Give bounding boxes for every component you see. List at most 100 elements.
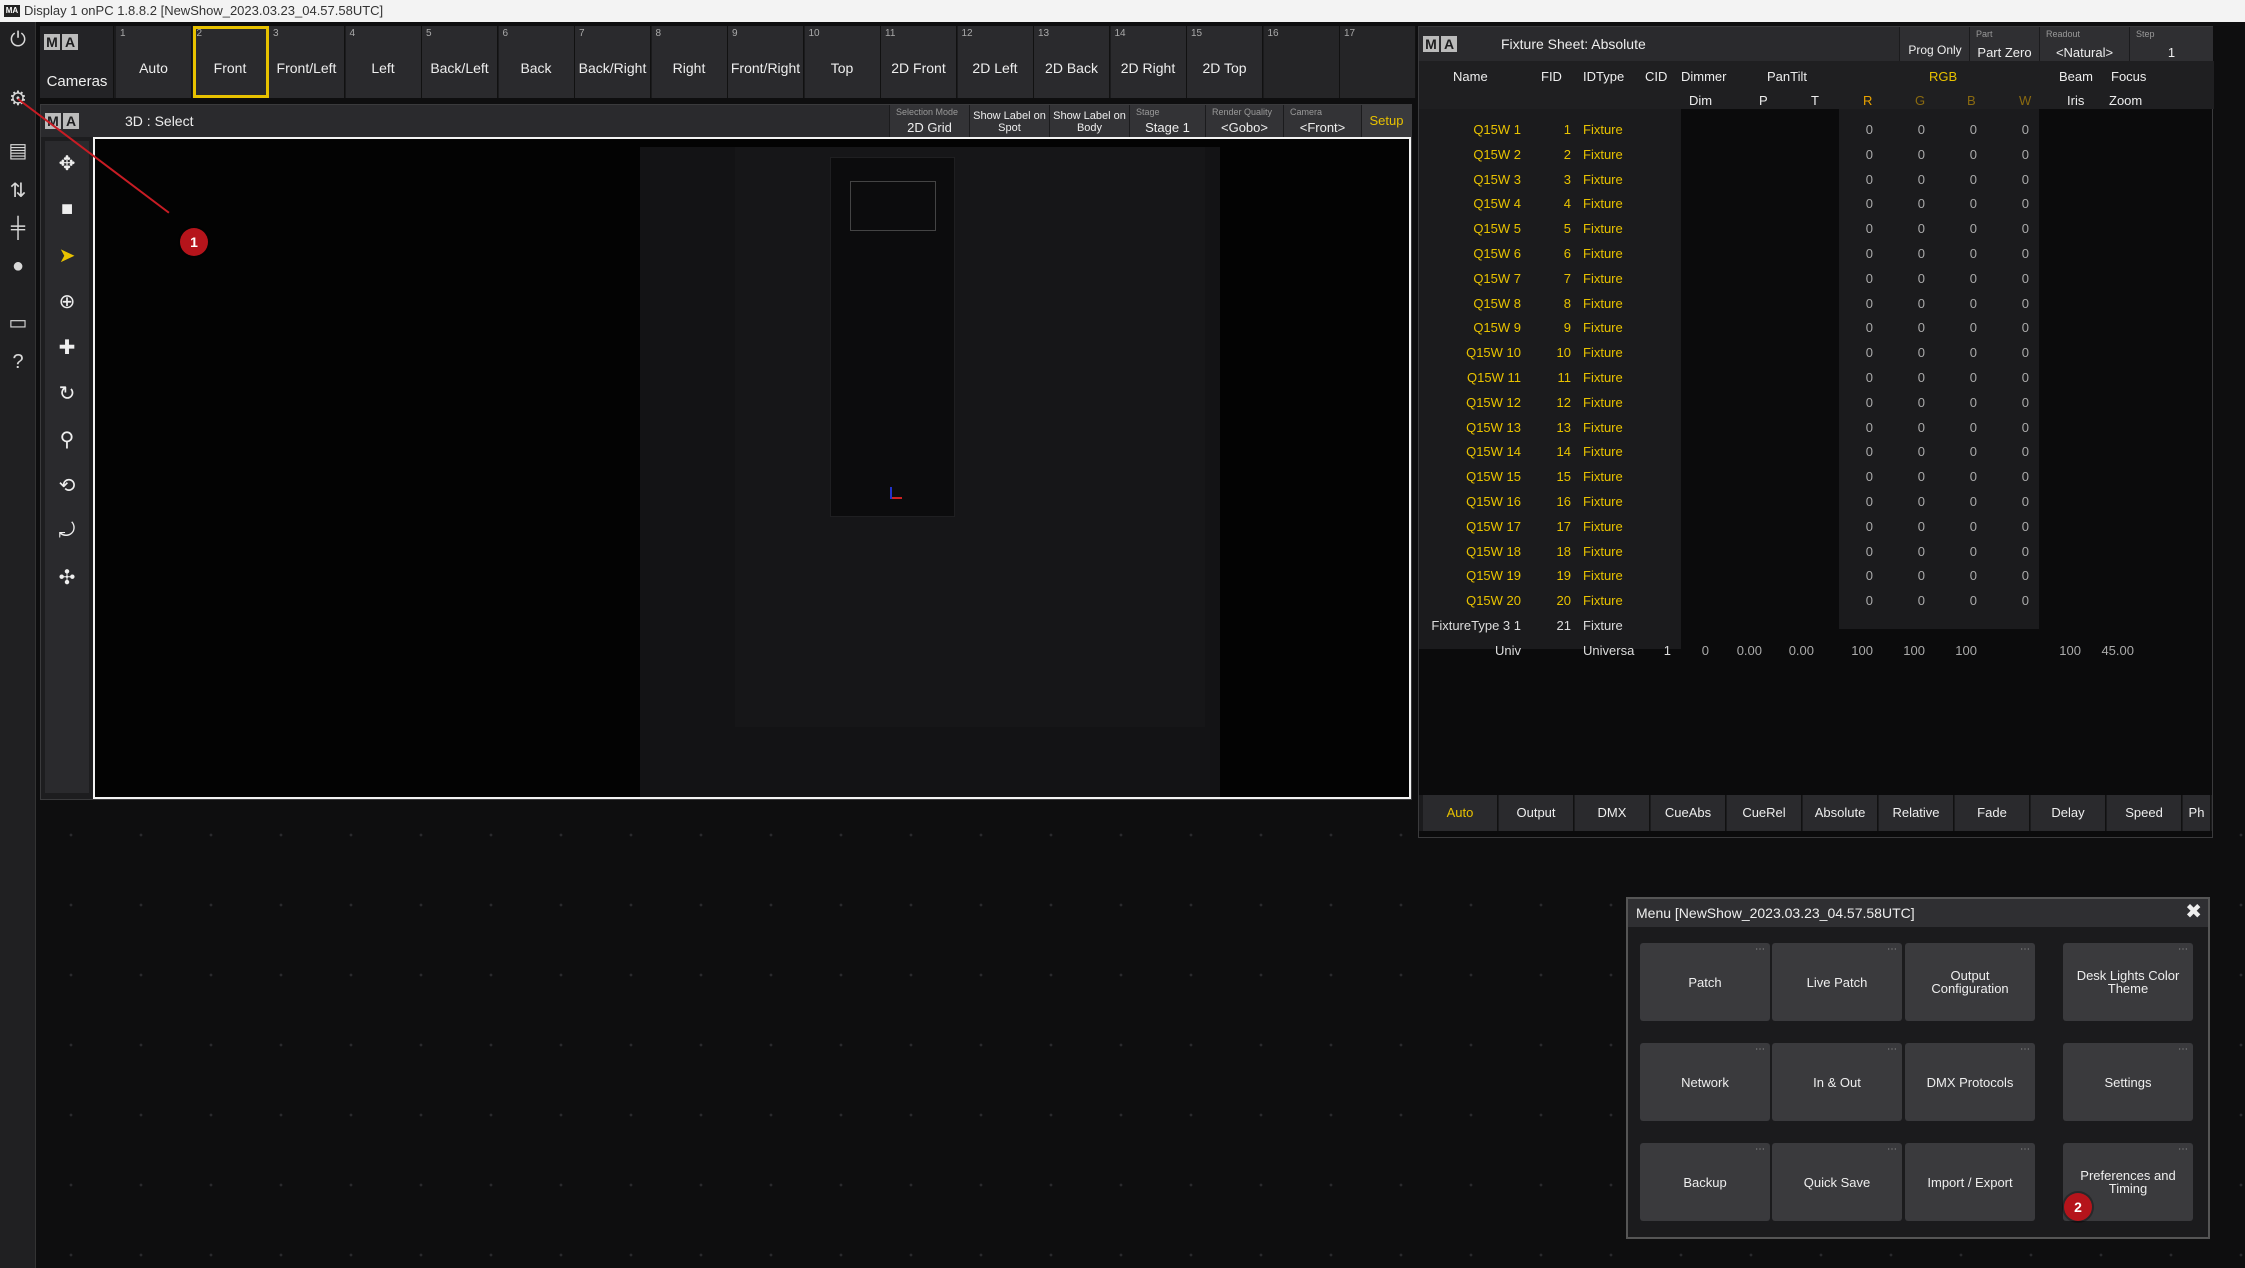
tab-cuerel[interactable]: CueRel	[1727, 795, 1802, 831]
camera-button-2[interactable]: 2 Front	[192, 26, 269, 98]
layers-icon[interactable]: ▤	[0, 132, 36, 168]
camera-button-14[interactable]: 14 2D Right	[1110, 26, 1187, 98]
show-label-body-button[interactable]: Show Label on Body	[1049, 105, 1129, 137]
rotate-icon[interactable]: ↻	[45, 371, 89, 415]
menu-button-desk-lights-color-theme[interactable]: ⋯ Desk Lights Color Theme	[2063, 943, 2193, 1021]
header-dimmer[interactable]: Dimmer	[1681, 69, 1727, 84]
move-icon[interactable]: ✚	[45, 325, 89, 369]
sliders-icon[interactable]: ⇅	[0, 172, 36, 208]
tab-ph[interactable]: Ph	[2183, 795, 2211, 831]
tab-auto[interactable]: Auto	[1423, 795, 1498, 831]
table-row[interactable]: Q15W 6 6 Fixture 0 0 0 0	[1419, 241, 2214, 266]
table-row[interactable]: Q15W 5 5 Fixture 0 0 0 0	[1419, 216, 2214, 241]
table-row[interactable]: Q15W 8 8 Fixture 0 0 0 0	[1419, 291, 2214, 316]
monitor-icon[interactable]: ▭	[0, 304, 36, 340]
header-t[interactable]: T	[1811, 93, 1819, 108]
menu-button-network[interactable]: ⋯ Network	[1640, 1043, 1770, 1121]
camera-icon[interactable]: ■	[45, 187, 89, 231]
header-name[interactable]: Name	[1453, 69, 1488, 84]
menu-button-in-out[interactable]: ⋯ In & Out	[1772, 1043, 1902, 1121]
camera-button-13[interactable]: 13 2D Back	[1034, 26, 1110, 98]
camera-button-8[interactable]: 8 Right	[651, 26, 728, 98]
header-iris[interactable]: Iris	[2067, 93, 2084, 108]
close-icon[interactable]: ✖	[2185, 902, 2202, 922]
select-arrow-icon[interactable]: ➤	[45, 233, 89, 277]
faders-icon[interactable]: ╪	[0, 210, 36, 246]
camera-button-4[interactable]: 4 Left	[345, 26, 422, 98]
pan-icon[interactable]: ✣	[45, 555, 89, 599]
table-row[interactable]: Q15W 13 13 Fixture 0 0 0 0	[1419, 415, 2214, 440]
header-b[interactable]: B	[1967, 93, 1976, 108]
header-g[interactable]: G	[1915, 93, 1925, 108]
menu-button-patch[interactable]: ⋯ Patch	[1640, 943, 1770, 1021]
camera-button-17[interactable]: 17	[1340, 26, 1416, 98]
table-row[interactable]: Q15W 18 18 Fixture 0 0 0 0	[1419, 539, 2214, 564]
orbit-point-icon[interactable]: ⤾	[45, 509, 89, 553]
tab-speed[interactable]: Speed	[2107, 795, 2182, 831]
tab-absolute[interactable]: Absolute	[1803, 795, 1878, 831]
header-dim[interactable]: Dim	[1689, 93, 1712, 108]
prog-only-button[interactable]: Prog Only	[1899, 27, 1969, 61]
table-row[interactable]: Q15W 7 7 Fixture 0 0 0 0	[1419, 266, 2214, 291]
menu-button-output-configuration[interactable]: ⋯ Output Configuration	[1905, 943, 2035, 1021]
stage-button[interactable]: Stage Stage 1	[1129, 105, 1205, 137]
table-row[interactable]: Q15W 17 17 Fixture 0 0 0 0	[1419, 514, 2214, 539]
camera-button-9[interactable]: 9 Front/Right	[728, 26, 804, 98]
help-icon[interactable]: ?	[0, 344, 36, 380]
camera-button-1[interactable]: 1 Auto	[116, 26, 192, 98]
camera-button-12[interactable]: 12 2D Left	[957, 26, 1034, 98]
table-row[interactable]: Q15W 3 3 Fixture 0 0 0 0	[1419, 167, 2214, 192]
table-row[interactable]: Q15W 9 9 Fixture 0 0 0 0	[1419, 315, 2214, 340]
table-row[interactable]: Q15W 15 15 Fixture 0 0 0 0	[1419, 464, 2214, 489]
table-row[interactable]: Q15W 12 12 Fixture 0 0 0 0	[1419, 390, 2214, 415]
header-p[interactable]: P	[1759, 93, 1768, 108]
setup-button[interactable]: Setup	[1361, 105, 1411, 137]
camera-select-button[interactable]: Camera <Front>	[1283, 105, 1361, 137]
table-row[interactable]: Q15W 20 20 Fixture 0 0 0 0	[1419, 588, 2214, 613]
menu-button-import-export[interactable]: ⋯ Import / Export	[1905, 1143, 2035, 1221]
menu-button-settings[interactable]: ⋯ Settings	[2063, 1043, 2193, 1121]
tab-cueabs[interactable]: CueAbs	[1651, 795, 1726, 831]
tab-fade[interactable]: Fade	[1955, 795, 2030, 831]
table-row[interactable]: Univ Universa 1 0 0.00 0.00 100 100 100 100 45.00	[1419, 638, 2214, 663]
table-row[interactable]: Q15W 11 11 Fixture 0 0 0 0	[1419, 365, 2214, 390]
menu-button-backup[interactable]: ⋯ Backup	[1640, 1143, 1770, 1221]
camera-button-15[interactable]: 15 2D Top	[1187, 26, 1263, 98]
table-row[interactable]: Q15W 16 16 Fixture 0 0 0 0	[1419, 489, 2214, 514]
table-row[interactable]: Q15W 10 10 Fixture 0 0 0 0	[1419, 340, 2214, 365]
table-row[interactable]: Q15W 2 2 Fixture 0 0 0 0	[1419, 142, 2214, 167]
tab-output[interactable]: Output	[1499, 795, 1574, 831]
header-cid[interactable]: CID	[1645, 69, 1667, 84]
3d-viewport[interactable]	[93, 137, 1411, 799]
menu-button-quick-save[interactable]: ⋯ Quick Save	[1772, 1143, 1902, 1221]
header-focus[interactable]: Focus	[2111, 69, 2146, 84]
tab-delay[interactable]: Delay	[2031, 795, 2106, 831]
camera-button-16[interactable]: 16	[1263, 26, 1340, 98]
table-row[interactable]: Q15W 14 14 Fixture 0 0 0 0	[1419, 439, 2214, 464]
tab-dmx[interactable]: DMX	[1575, 795, 1650, 831]
camera-button-6[interactable]: 6 Back	[498, 26, 575, 98]
camera-button-11[interactable]: 11 2D Front	[881, 26, 957, 98]
header-zoom[interactable]: Zoom	[2109, 93, 2142, 108]
users-icon[interactable]: ●	[0, 248, 36, 284]
header-idtype[interactable]: IDType	[1583, 69, 1624, 84]
header-w[interactable]: W	[2019, 93, 2031, 108]
camera-button-3[interactable]: 3 Front/Left	[269, 26, 345, 98]
zoom-icon[interactable]: ⚲	[45, 417, 89, 461]
table-row[interactable]: Q15W 4 4 Fixture 0 0 0 0	[1419, 191, 2214, 216]
table-row[interactable]: FixtureType 3 1 21 Fixture	[1419, 613, 2214, 638]
table-row[interactable]: Q15W 1 1 Fixture 0 0 0 0	[1419, 117, 2214, 142]
tab-relative[interactable]: Relative	[1879, 795, 1954, 831]
camera-button-10[interactable]: 10 Top	[804, 26, 881, 98]
header-beam[interactable]: Beam	[2059, 69, 2093, 84]
table-row[interactable]: Q15W 19 19 Fixture 0 0 0 0	[1419, 563, 2214, 588]
orbit-icon[interactable]: ⟲	[45, 463, 89, 507]
power-icon[interactable]: ⏻	[0, 22, 36, 58]
step-button[interactable]: Step 1	[2129, 27, 2213, 61]
camera-button-5[interactable]: 5 Back/Left	[422, 26, 498, 98]
header-pantilt[interactable]: PanTilt	[1767, 69, 1807, 84]
readout-button[interactable]: Readout <Natural>	[2039, 27, 2129, 61]
header-r[interactable]: R	[1863, 93, 1872, 108]
part-button[interactable]: Part Part Zero	[1969, 27, 2039, 61]
header-rgb[interactable]: RGB	[1929, 69, 1957, 84]
